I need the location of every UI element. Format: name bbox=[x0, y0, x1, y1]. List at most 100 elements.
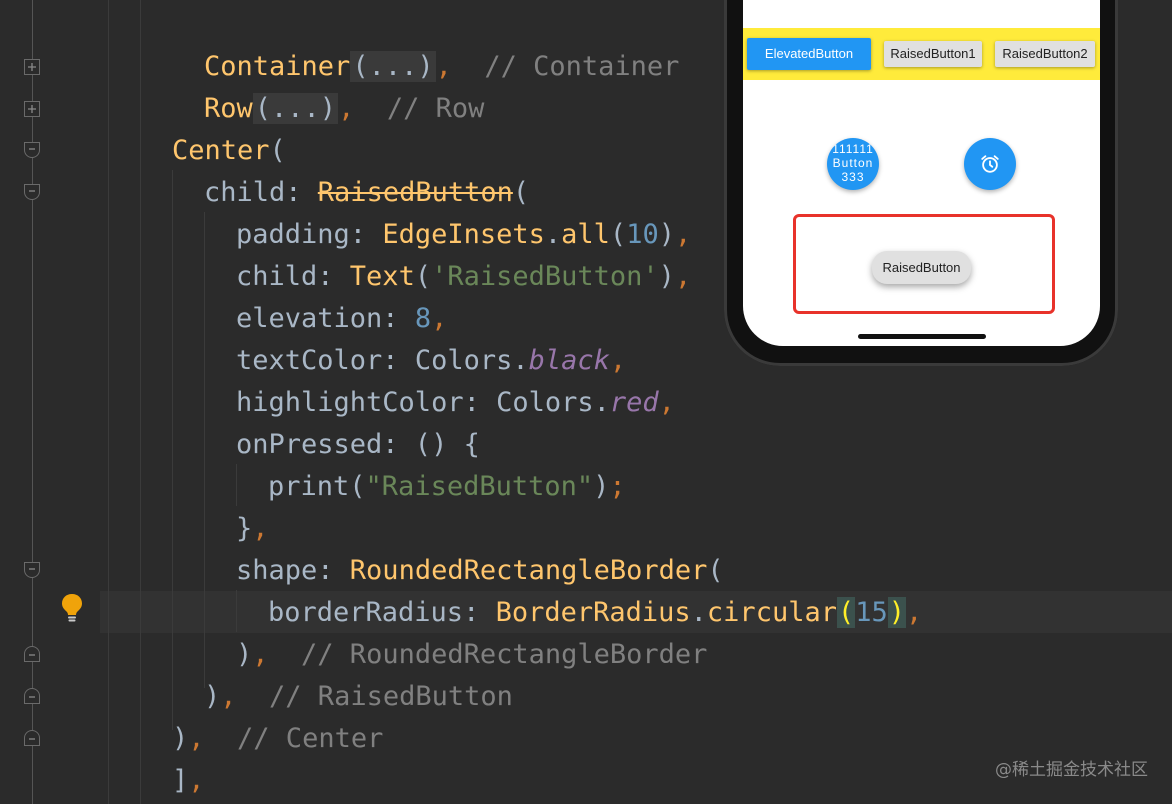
code-line[interactable]: Center( bbox=[172, 130, 286, 172]
code-line[interactable]: onPressed: () { bbox=[236, 424, 480, 466]
code-token: , bbox=[338, 93, 355, 124]
code-line[interactable]: child: RaisedButton( bbox=[204, 172, 529, 214]
indent-guide bbox=[140, 0, 141, 804]
code-token: RoundedRectangleBorder bbox=[349, 555, 708, 586]
code-token: ) bbox=[204, 681, 221, 712]
floating-action-button-icon[interactable] bbox=[964, 138, 1016, 190]
indent-guide bbox=[236, 464, 237, 506]
code-token: ( bbox=[512, 177, 530, 208]
code-token: RaisedButton bbox=[317, 177, 513, 208]
fold-end-icon[interactable] bbox=[24, 646, 40, 662]
code-token: padding: bbox=[236, 219, 383, 250]
code-token: // Row bbox=[354, 93, 485, 124]
raised-button-2[interactable]: RaisedButton2 bbox=[995, 41, 1095, 67]
button-row: ElevatedButton RaisedButton1 RaisedButto… bbox=[743, 28, 1100, 80]
code-line[interactable]: padding: EdgeInsets.all(10), bbox=[236, 214, 691, 256]
code-token: , bbox=[252, 513, 269, 544]
fold-end-icon[interactable] bbox=[24, 688, 40, 704]
indent-guide bbox=[172, 170, 173, 730]
code-line[interactable]: elevation: 8, bbox=[236, 298, 447, 340]
elevated-button[interactable]: ElevatedButton bbox=[747, 38, 871, 70]
code-token: elevation: bbox=[236, 303, 415, 334]
code-token: EdgeInsets bbox=[382, 219, 545, 250]
code-line[interactable]: ), // Center bbox=[172, 718, 383, 760]
code-token: ( bbox=[414, 261, 432, 292]
lightbulb-icon[interactable] bbox=[60, 592, 84, 624]
code-token: ) bbox=[658, 261, 675, 292]
code-line[interactable]: Container(...), // Container bbox=[204, 46, 679, 88]
code-token: // RoundedRectangleBorder bbox=[268, 639, 708, 670]
code-token: ; bbox=[609, 471, 626, 502]
code-token: . bbox=[544, 219, 562, 250]
code-token: Colors. bbox=[496, 387, 610, 418]
code-token: , bbox=[609, 345, 627, 376]
code-token: , bbox=[658, 387, 675, 418]
code-line[interactable]: print("RaisedButton"); bbox=[268, 466, 626, 508]
fab-label-line: 333 bbox=[841, 170, 865, 184]
code-token: (...) bbox=[350, 51, 436, 82]
fold-collapse-icon[interactable] bbox=[24, 184, 40, 200]
code-line[interactable]: borderRadius: BorderRadius.circular(15), bbox=[268, 592, 922, 634]
code-token: ) bbox=[593, 471, 610, 502]
code-line[interactable]: child: Text('RaisedButton'), bbox=[236, 256, 691, 298]
code-token: , bbox=[431, 303, 448, 334]
home-indicator bbox=[858, 334, 986, 339]
code-line[interactable]: Row(...), // Row bbox=[204, 88, 484, 130]
code-token: , bbox=[674, 219, 692, 250]
code-token: ) bbox=[658, 219, 675, 250]
code-token: BorderRadius bbox=[495, 597, 691, 628]
code-token: 8 bbox=[414, 303, 432, 334]
code-token: red bbox=[609, 387, 659, 418]
code-token: // RaisedButton bbox=[236, 681, 513, 712]
code-token: , bbox=[188, 765, 205, 796]
code-token: all bbox=[561, 219, 610, 250]
fold-collapse-icon[interactable] bbox=[24, 562, 40, 578]
code-token: ) bbox=[236, 639, 253, 670]
highlight-box bbox=[793, 214, 1055, 314]
code-token: . bbox=[690, 597, 707, 628]
indent-guide bbox=[108, 0, 109, 804]
code-line[interactable]: ], bbox=[172, 760, 205, 802]
code-token: child: bbox=[204, 177, 318, 208]
code-line[interactable]: shape: RoundedRectangleBorder( bbox=[236, 550, 724, 592]
code-token: textColor: bbox=[236, 345, 415, 376]
floating-action-button-text[interactable]: 111111 Button 333 bbox=[827, 138, 879, 190]
editor-gutter bbox=[0, 0, 100, 804]
indent-guide bbox=[236, 590, 237, 632]
code-token: , bbox=[435, 51, 452, 82]
code-token: Center bbox=[172, 135, 270, 166]
indent-guide bbox=[204, 212, 205, 688]
code-editor[interactable]: Container(...), // Container Row(...), //… bbox=[0, 0, 1172, 804]
code-token: borderRadius: bbox=[268, 597, 496, 628]
code-token: Row bbox=[204, 93, 253, 124]
code-token: , bbox=[906, 597, 923, 628]
code-line[interactable]: ), // RoundedRectangleBorder bbox=[236, 634, 707, 676]
fold-collapse-icon[interactable] bbox=[24, 142, 40, 158]
raised-button-1[interactable]: RaisedButton1 bbox=[884, 41, 982, 67]
code-token: // Container bbox=[451, 51, 680, 82]
code-token: highlightColor: bbox=[236, 387, 497, 418]
code-token: // Center bbox=[204, 723, 384, 754]
code-line[interactable]: }, bbox=[236, 508, 269, 550]
code-token: ( bbox=[707, 555, 724, 586]
code-token: onPressed: () { bbox=[236, 429, 480, 460]
fab-label-line: 111111 bbox=[832, 142, 874, 156]
code-token: ( bbox=[836, 597, 856, 628]
code-line[interactable]: highlightColor: Colors.red, bbox=[236, 382, 675, 424]
watermark: @稀土掘金技术社区 bbox=[995, 760, 1148, 780]
code-token: ( bbox=[269, 135, 286, 166]
code-line[interactable]: ), // RaisedButton bbox=[204, 676, 513, 718]
code-token: ) bbox=[172, 723, 189, 754]
code-token: 10 bbox=[626, 219, 659, 250]
code-token: "RaisedButton" bbox=[365, 471, 594, 502]
code-line[interactable]: textColor: Colors.black, bbox=[236, 340, 626, 382]
fold-expand-icon[interactable] bbox=[24, 101, 40, 117]
fab-label-line: Button bbox=[832, 156, 874, 170]
code-token: , bbox=[188, 723, 205, 754]
code-token: child: bbox=[236, 261, 350, 292]
code-token: , bbox=[220, 681, 237, 712]
code-token: Colors. bbox=[414, 345, 529, 376]
fold-end-icon[interactable] bbox=[24, 730, 40, 746]
fold-expand-icon[interactable] bbox=[24, 59, 40, 75]
code-token: Text bbox=[349, 261, 415, 292]
